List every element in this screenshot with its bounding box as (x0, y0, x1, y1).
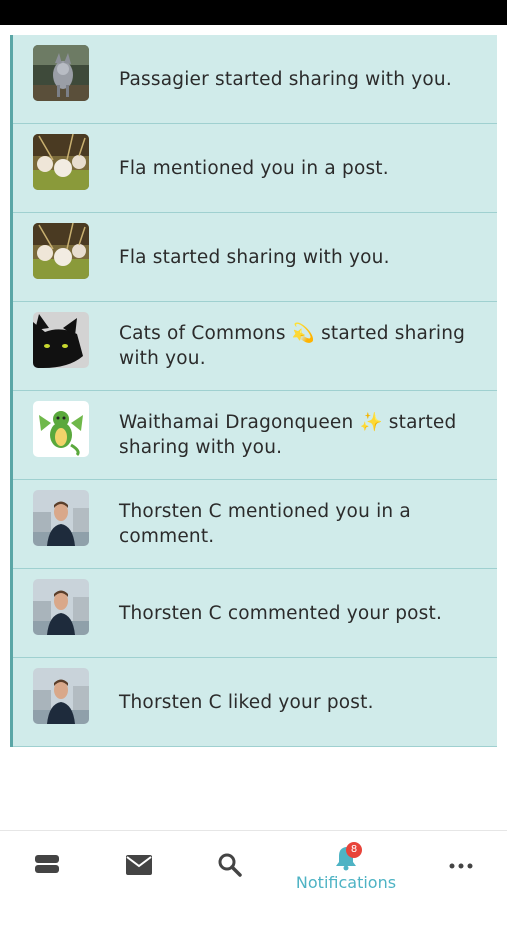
notification-text: Cats of Commons 💫 started sharing with y… (119, 323, 466, 369)
man-portrait-icon[interactable] (33, 579, 89, 635)
notification-text: Thorsten C commented your post. (119, 602, 443, 624)
notifications-nav-button[interactable]: Notifications (286, 845, 406, 915)
notification-item[interactable]: Thorsten C mentioned you in a comment. (13, 480, 497, 569)
wolf-photo-icon[interactable] (33, 45, 89, 101)
notifications-label: Notifications (295, 873, 397, 892)
man-portrait-icon[interactable] (33, 490, 89, 546)
stack-icon (34, 853, 60, 875)
search-nav-button[interactable] (216, 852, 244, 922)
notification-text: Thorsten C mentioned you in a comment. (119, 501, 411, 547)
black-cat-icon[interactable] (33, 312, 89, 368)
notification-text: Fla started sharing with you. (119, 246, 390, 268)
notification-text: Fla mentioned you in a post. (119, 157, 389, 179)
envelope-icon (125, 854, 153, 876)
notification-count-badge: 8 (346, 842, 362, 858)
notification-item[interactable]: Fla mentioned you in a post. (13, 124, 497, 213)
notification-item[interactable]: Thorsten C commented your post. (13, 569, 497, 658)
flowers-photo-icon[interactable] (33, 223, 89, 279)
notification-item[interactable]: Fla started sharing with you. (13, 213, 497, 302)
notification-item[interactable]: Thorsten C liked your post. (13, 658, 497, 747)
messages-nav-button[interactable] (124, 854, 154, 924)
status-bar (0, 0, 507, 25)
notification-item[interactable]: Waithamai Dragonqueen ✨ started sharing … (13, 391, 497, 480)
timeline-nav-button[interactable] (30, 853, 64, 923)
more-dots-icon (449, 863, 473, 869)
man-portrait-icon[interactable] (33, 668, 89, 724)
bottom-nav: Notifications 8 (0, 830, 507, 901)
notification-text: Waithamai Dragonqueen ✨ started sharing … (119, 412, 457, 458)
more-nav-button[interactable] (448, 863, 474, 933)
notification-text: Passagier started sharing with you. (119, 68, 452, 90)
notification-item[interactable]: Passagier started sharing with you. (13, 35, 497, 124)
notification-list: Passagier started sharing with you. Fla … (10, 35, 497, 747)
dragon-icon[interactable] (33, 401, 89, 457)
notification-text: Thorsten C liked your post. (119, 691, 374, 713)
flowers-photo-icon[interactable] (33, 134, 89, 190)
search-icon (217, 852, 243, 878)
notification-item[interactable]: Cats of Commons 💫 started sharing with y… (13, 302, 497, 391)
